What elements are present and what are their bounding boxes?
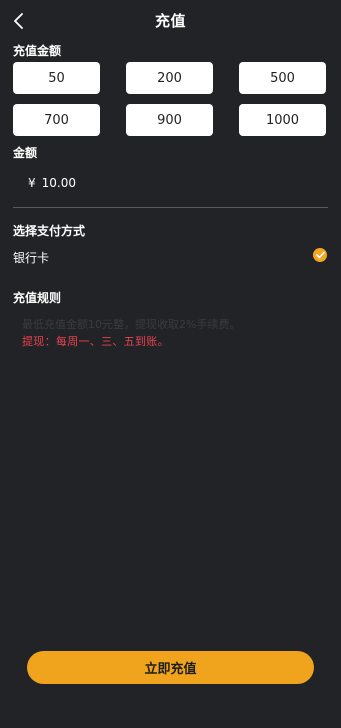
amount-option-1000[interactable]: 1000: [239, 104, 326, 136]
amount-value: 10.00: [41, 176, 76, 190]
header: 充值: [0, 0, 341, 42]
recharge-page: 充值 充值金额 50 200 500 700 900 1000 金额 ¥10.0…: [0, 0, 341, 728]
recharge-amount-label: 充值金额: [13, 44, 62, 58]
rule-text-min-amount: 最低充值金额10元整，提现收取2%手续费。: [22, 318, 241, 331]
currency-symbol: ¥: [28, 176, 36, 190]
payment-option-bank-card[interactable]: 银行卡: [13, 249, 49, 266]
check-icon: [315, 251, 325, 259]
rule-text-withdraw-schedule: 提现：每周一、三、五到账。: [22, 335, 169, 348]
amount-option-700[interactable]: 700: [13, 104, 100, 136]
amount-option-900[interactable]: 900: [126, 104, 213, 136]
amount-options: 50 200 500 700 900 1000: [13, 62, 328, 136]
recharge-rules-label: 充值规则: [13, 291, 62, 305]
page-title: 充值: [154, 12, 186, 30]
divider: [13, 207, 328, 208]
amount-option-500[interactable]: 500: [239, 62, 326, 94]
amount-field[interactable]: ¥10.00: [28, 176, 76, 190]
recharge-now-button[interactable]: 立即充值: [27, 651, 314, 684]
amount-option-50[interactable]: 50: [13, 62, 100, 94]
payment-method-label: 选择支付方式: [13, 224, 86, 238]
check-circle-icon[interactable]: [313, 248, 327, 262]
amount-option-200[interactable]: 200: [126, 62, 213, 94]
amount-label: 金额: [13, 146, 38, 160]
